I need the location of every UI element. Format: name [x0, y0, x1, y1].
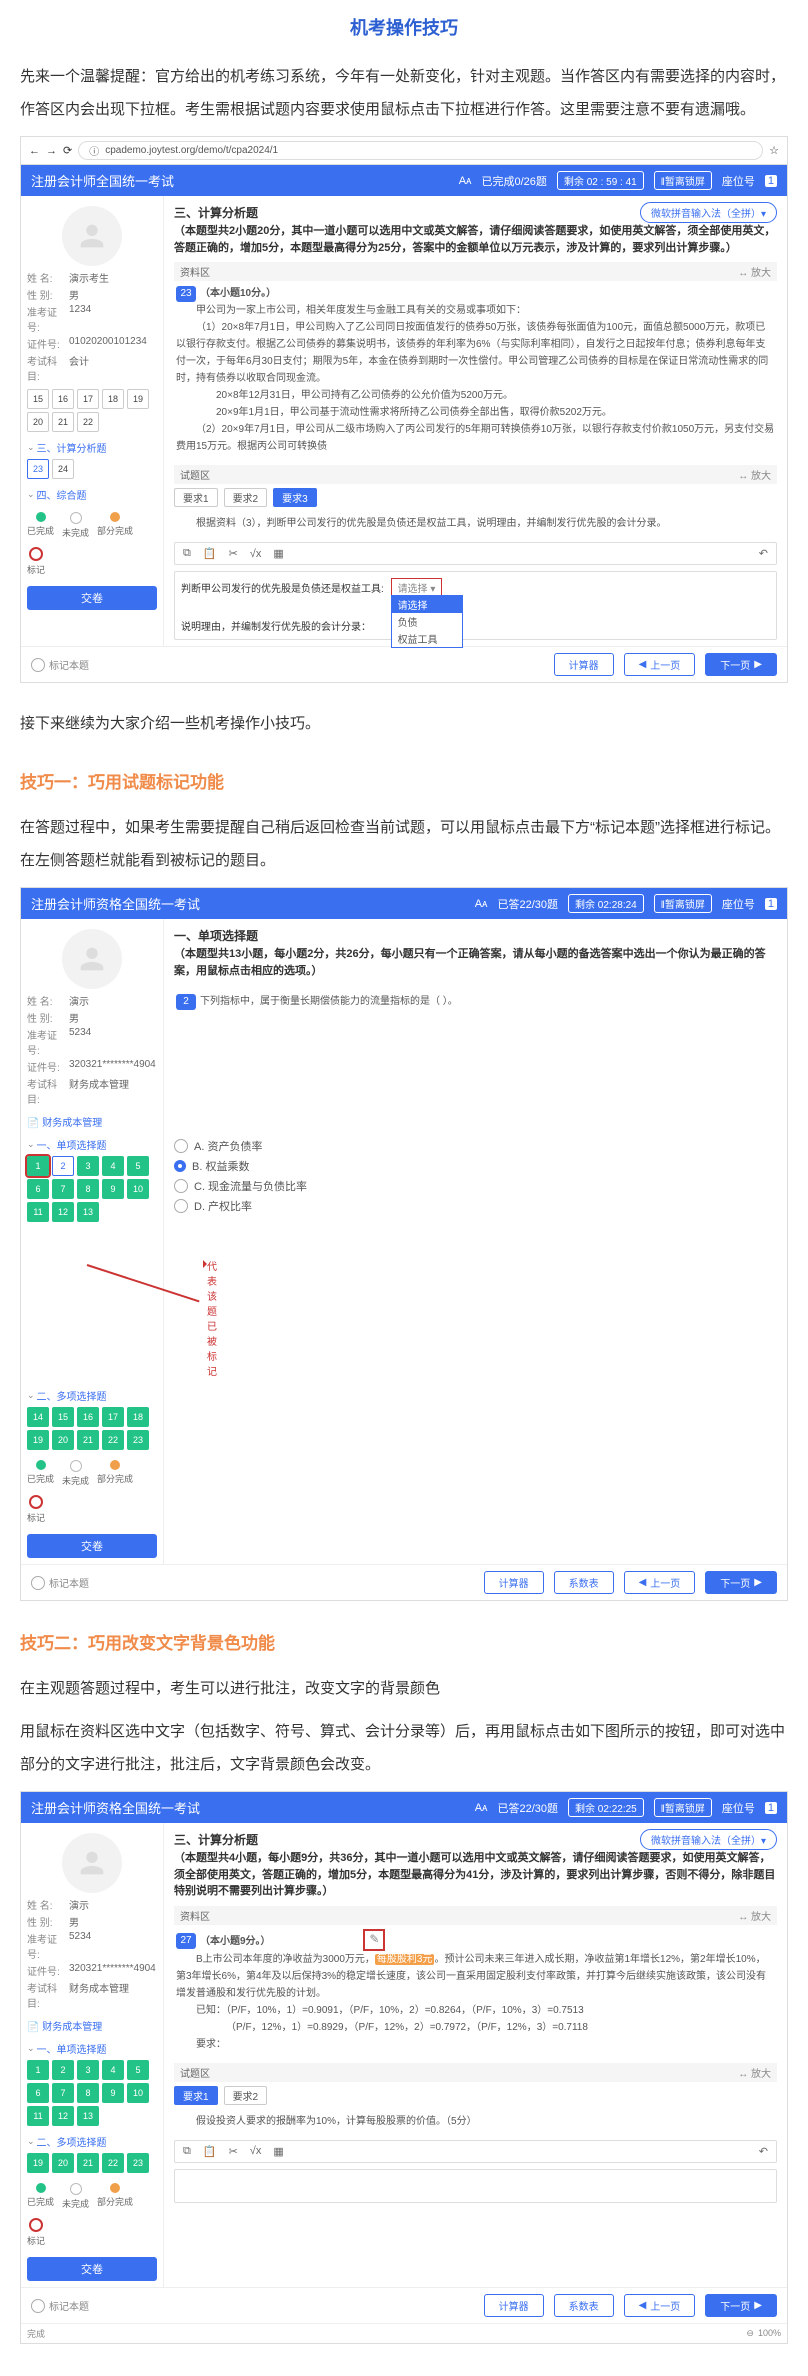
paragraph: 接下来继续为大家介绍一些机考操作小技巧。	[20, 707, 788, 740]
highlighted-text: 每股股利3元	[375, 1954, 435, 1965]
requirement-tab-active[interactable]: 要求3	[273, 488, 317, 507]
dropdown-option[interactable]: 权益工具	[392, 630, 462, 647]
paste-icon[interactable]: 📋	[203, 2145, 217, 2158]
formula-icon[interactable]: √x	[250, 2145, 262, 2157]
url-bar[interactable]: ⓘ cpademo.joytest.org/demo/t/cpa2024/1	[78, 141, 763, 160]
progress-text: 已完成0/26题	[481, 173, 546, 189]
annotate-button[interactable]: ✎	[363, 1929, 385, 1951]
mark-question-toggle[interactable]: 标记本题	[31, 657, 89, 672]
answer-dropdown[interactable]: 请选择 ▾ 请选择 负债 权益工具	[391, 578, 443, 597]
prev-button[interactable]: ◀ 上一页	[624, 653, 696, 676]
material-zone-label: 资料区	[180, 264, 210, 279]
option-b[interactable]: B. 权益乘数	[174, 1158, 777, 1174]
seat-label: 座位号	[722, 173, 755, 189]
lock-screen-button[interactable]: ‖暂离锁屏	[654, 171, 712, 190]
screenshot-2: 注册会计师资格全国统一考试 Aᴀ 已答22/30题 剩余 02:28:24 ‖暂…	[20, 887, 788, 1601]
nav-fwd-icon[interactable]: →	[46, 145, 57, 157]
article-title: 机考操作技巧	[20, 14, 788, 40]
seat-number: 1	[765, 175, 777, 187]
subject-tag: 📄 财务成本管理	[27, 1114, 157, 1129]
font-size-icon[interactable]: Aᴀ	[459, 175, 472, 187]
expand-button[interactable]: ↔ 放大	[738, 264, 771, 279]
tip-1-body: 在答题过程中，如果考生需要提醒自己稍后返回检查当前试题，可以用鼠标点击最下方“标…	[20, 811, 788, 877]
intro-paragraph: 先来一个温馨提醒：官方给出的机考练习系统，今年有一处新变化，针对主观题。当作答区…	[20, 60, 788, 126]
status-bar: 完成 ⊖100%	[21, 2323, 787, 2343]
ime-selector[interactable]: 微软拼音输入法（全拼）▾	[640, 202, 777, 223]
footer-bar: 标记本题 计算器 ◀ 上一页 下一页 ▶	[21, 646, 787, 682]
copy-icon[interactable]: ⧉	[183, 547, 191, 560]
screenshot-3: 注册会计师资格全国统一考试 Aᴀ 已答22/30题 剩余 02:22:25 ‖暂…	[20, 1791, 788, 2344]
answer-textarea[interactable]	[174, 2169, 777, 2203]
dropdown-option[interactable]: 负债	[392, 613, 462, 630]
requirement-tab[interactable]: 要求2	[224, 488, 268, 507]
paste-icon[interactable]: 📋	[203, 547, 217, 560]
exam-header: 注册会计师全国统一考试 Aᴀ 已完成0/26题 剩余 02 : 59 : 41 …	[21, 165, 787, 196]
screenshot-1: ← → ⟳ ⓘ cpademo.joytest.org/demo/t/cpa20…	[20, 136, 788, 683]
requirement-tab[interactable]: 要求1	[174, 488, 218, 507]
browser-chrome: ← → ⟳ ⓘ cpademo.joytest.org/demo/t/cpa20…	[21, 137, 787, 165]
cut-icon[interactable]: ✂	[229, 547, 238, 560]
tip-2-title: 技巧二：巧用改变文字背景色功能	[20, 1629, 788, 1654]
calculator-button[interactable]: 计算器	[554, 653, 614, 676]
qnav-marked[interactable]: 1	[27, 1156, 49, 1176]
tip-2-body-1: 在主观题答题过程中，考生可以进行批注，改变文字的背景颜色	[20, 1672, 788, 1705]
dropdown-menu: 请选择 负债 权益工具	[391, 595, 463, 648]
exam-title: 注册会计师全国统一考试	[31, 171, 174, 190]
formula-icon[interactable]: √x	[250, 548, 262, 560]
undo-icon[interactable]: ↶	[759, 2145, 768, 2158]
editor-toolbar: ⧉ 📋 ✂ √x ▦ ↶	[174, 542, 777, 565]
requirement-text: 根据资料（3），判断甲公司发行的优先股是负债还是权益工具，说明理由，并编制发行优…	[174, 511, 777, 536]
sidebar: 姓 名:演示考生 性 别:男 准考证号:1234 证件号:01020200101…	[21, 196, 164, 646]
tip-1-title: 技巧一：巧用试题标记功能	[20, 768, 788, 793]
star-icon[interactable]: ☆	[769, 144, 779, 157]
reload-icon[interactable]: ⟳	[63, 144, 72, 157]
question-instructions: （本题型共2小题20分，其中一道小题可以选用中文或英文解答，请仔细阅读答题要求，…	[174, 223, 777, 256]
answer-textarea[interactable]: 判断甲公司发行的优先股是负债还是权益工具: 请选择 ▾ 请选择 负债 权益工具 …	[174, 571, 777, 640]
option-d[interactable]: D. 产权比率	[174, 1198, 777, 1214]
dropdown-option[interactable]: 请选择	[392, 596, 462, 613]
table-icon[interactable]: ▦	[273, 2145, 283, 2158]
table-icon[interactable]: ▦	[273, 547, 283, 560]
option-a[interactable]: A. 资产负债率	[174, 1138, 777, 1154]
avatar	[62, 206, 122, 266]
qnav-item[interactable]: 15	[27, 389, 49, 409]
submit-button[interactable]: 交卷	[27, 586, 157, 610]
answer-zone-label: 试题区	[180, 467, 210, 482]
url-text: cpademo.joytest.org/demo/t/cpa2024/1	[105, 145, 278, 156]
question-panel: 微软拼音输入法（全拼）▾ 三、计算分析题 （本题型共2小题20分，其中一道小题可…	[164, 196, 787, 646]
next-button[interactable]: 下一页 ▶	[705, 653, 777, 676]
nav-back-icon[interactable]: ←	[29, 145, 40, 157]
legend: 已完成 未完成 部分完成 标记	[27, 512, 157, 576]
chevron-down-icon[interactable]: ⌄	[27, 442, 35, 453]
cut-icon[interactable]: ✂	[229, 2145, 238, 2158]
copy-icon[interactable]: ⧉	[183, 2145, 191, 2158]
option-c[interactable]: C. 现金流量与负债比率	[174, 1178, 777, 1194]
undo-icon[interactable]: ↶	[759, 547, 768, 560]
info-icon: ⓘ	[89, 143, 99, 158]
qnav-current[interactable]: 23	[27, 459, 49, 479]
timer: 剩余 02 : 59 : 41	[557, 171, 644, 190]
question-number-badge: 23	[176, 286, 196, 302]
tip-2-body-2: 用鼠标在资料区选中文字（包括数字、符号、算式、会计分录等）后，再用鼠标点击如下图…	[20, 1715, 788, 1781]
mark-question-toggle[interactable]: 标记本题	[31, 1575, 89, 1590]
